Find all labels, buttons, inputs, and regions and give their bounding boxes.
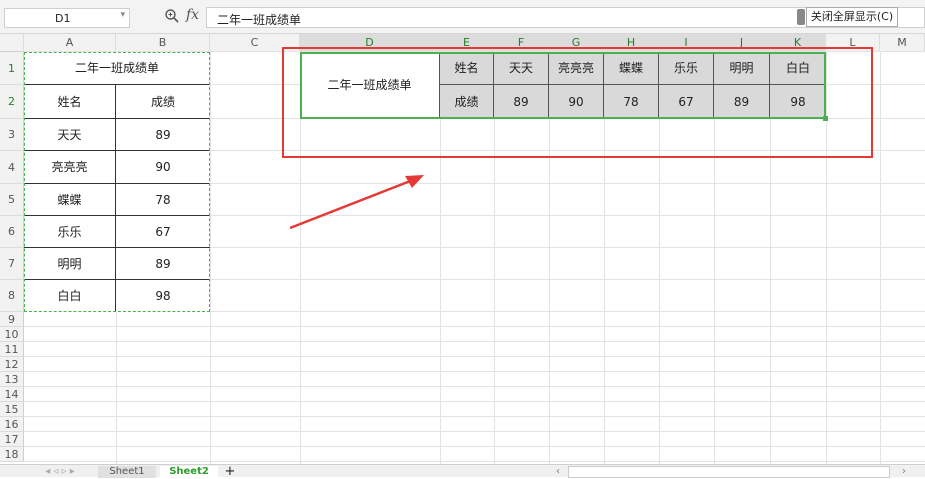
sheet-tab-bar: ◂ ◃ ▹ ▸ Sheet1 Sheet2 + ‹ › xyxy=(0,464,925,478)
tab-sheet1[interactable]: Sheet1 xyxy=(98,466,156,478)
arrow-line xyxy=(289,176,419,230)
horizontal-scrollbar[interactable] xyxy=(568,466,890,478)
hscroll-left-icon[interactable]: ‹ xyxy=(550,466,566,478)
hscroll-right-icon[interactable]: › xyxy=(896,466,912,478)
annotation-overlay xyxy=(282,47,873,230)
tab-sheet2[interactable]: Sheet2 xyxy=(160,466,218,478)
sheet-nav-arrows-icon[interactable]: ◂ ◃ ▹ ▸ xyxy=(30,466,90,478)
add-sheet-button[interactable]: + xyxy=(222,465,238,478)
highlight-box xyxy=(282,47,873,158)
